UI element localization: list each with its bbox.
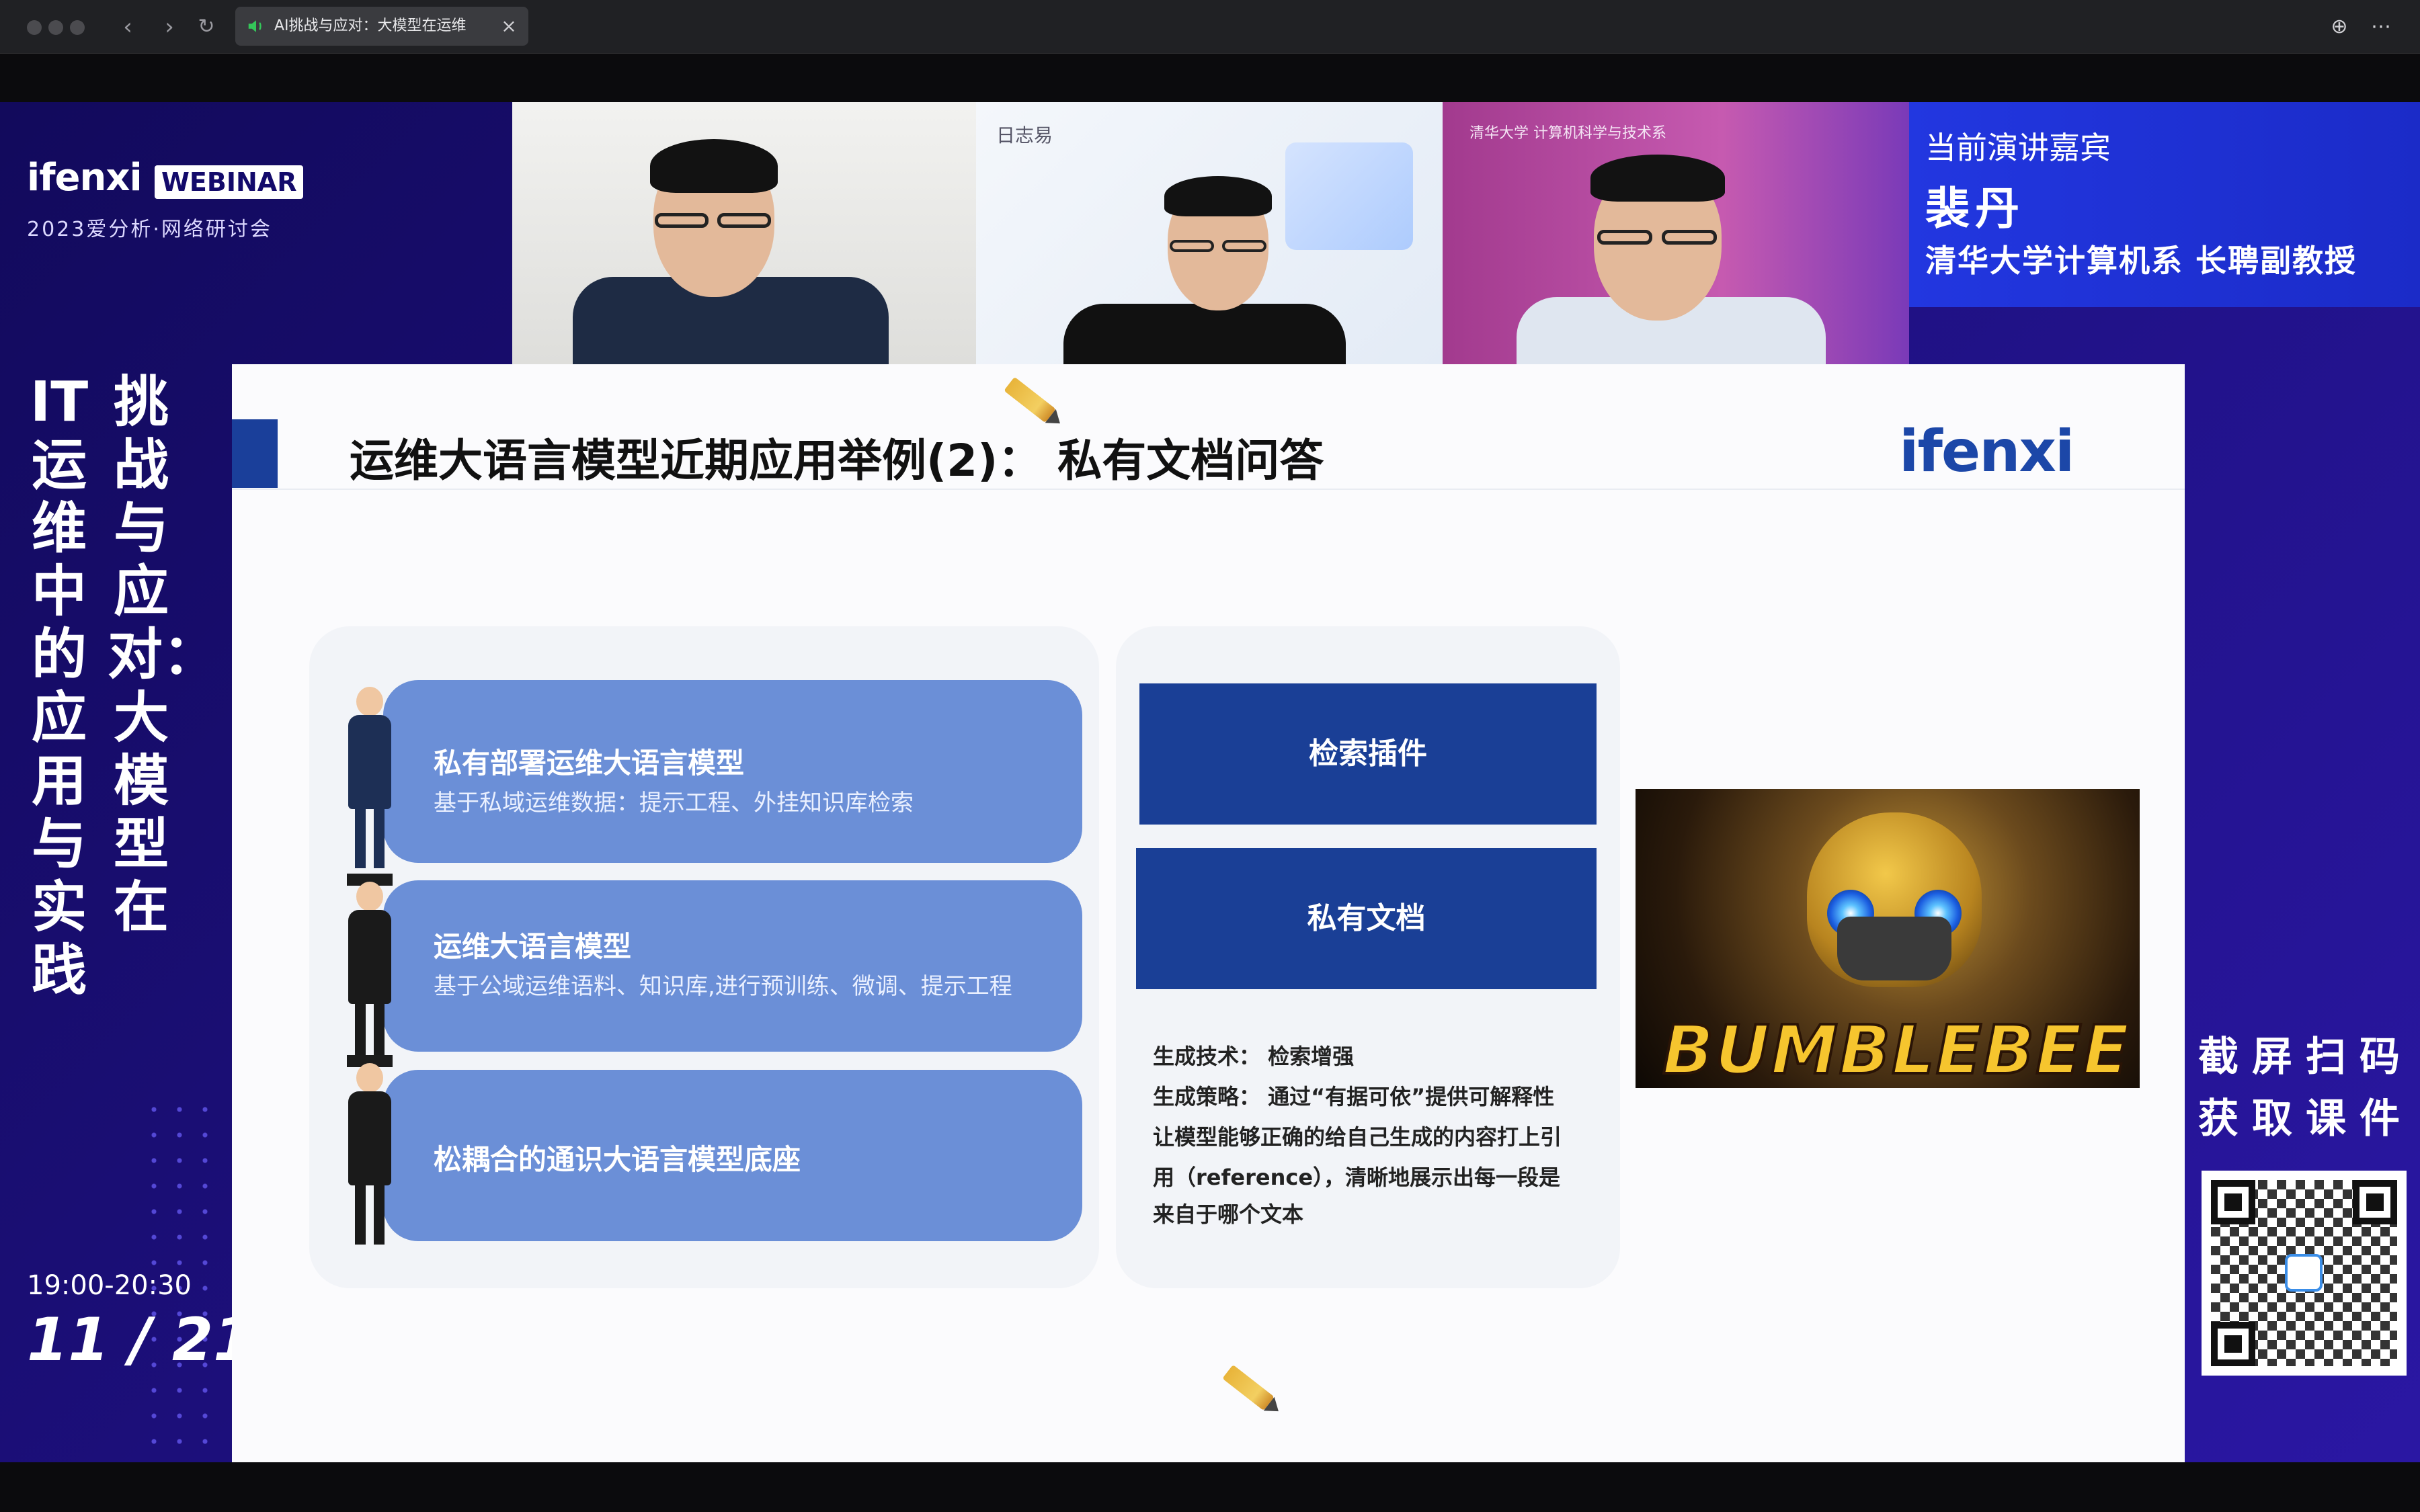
brand-logo: ifenxi [27, 156, 143, 200]
note-line-1: 生成技术： 检索增强 [1153, 1044, 1355, 1069]
webinar-badge: WEBINAR [155, 165, 304, 199]
speaker-title: 清华大学计算机系 长聘副教授 [1925, 243, 2357, 279]
participant-hair [650, 139, 778, 193]
glasses-icon [1222, 240, 1266, 252]
note-line-5: 来自于哪个文本 [1153, 1202, 1304, 1227]
tsinghua-watermark: 清华大学 计算机科学与技术系 [1469, 125, 1666, 142]
doctor-graduate-icon [336, 1055, 403, 1248]
cta-line-1: 截屏扫码 [2198, 1034, 2413, 1081]
qr-finder [2353, 1180, 2397, 1224]
brand-block: ifenxi WEBINAR 2023爱分析·网络研讨会 [27, 156, 304, 243]
note-line-4: 用（reference），清晰地展示出每一段是 [1153, 1165, 1561, 1190]
browser-toolbar: ‹ › ↻ AI挑战与应对：大模型在运维 × ⊕ ⋯ [0, 0, 2420, 54]
slide-divider [232, 489, 2185, 490]
qr-code[interactable] [2202, 1171, 2407, 1376]
note-line-2: 生成策略： 通过“有据可依”提供可解释性 [1153, 1084, 1555, 1109]
video-participant-2[interactable]: 日志易 [976, 102, 1443, 364]
video-participant-1[interactable] [512, 102, 976, 364]
card-ops-model: 运维大语言模型 基于公域运维语料、知识库,进行预训练、微调、提示工程 [383, 880, 1082, 1052]
more-icon[interactable]: ⋯ [2366, 12, 2396, 42]
slide-accent-bar [232, 419, 278, 488]
card-title: 松耦合的通识大语言模型底座 [434, 1143, 801, 1176]
window-minimize-dot[interactable] [48, 20, 63, 35]
close-icon[interactable]: × [497, 15, 520, 38]
back-icon[interactable]: ‹ [113, 12, 143, 42]
webinar-stage: ifenxi WEBINAR 2023爱分析·网络研讨会 IT运维中的应用与实践… [0, 102, 2420, 1500]
glasses-icon [1597, 230, 1652, 245]
retrieval-panel: 检索插件 私有文档 生成技术： 检索增强 生成策略： 通过“有据可依”提供可解释… [1116, 626, 1620, 1288]
presentation-slide: 运维大语言模型近期应用举例(2)： 私有文档问答 ifenxi 私有部署运维大语… [232, 364, 2185, 1462]
glasses-icon [1170, 240, 1214, 252]
scan-cta: 截屏扫码 获取课件 [2198, 1026, 2413, 1150]
qr-finder [2211, 1180, 2255, 1224]
graduate-icon [336, 874, 403, 1066]
event-title-col2: 挑战与应对：大模型在 [108, 370, 218, 939]
glasses-icon [1662, 230, 1717, 245]
poster-title: BUMBLEBEE [1661, 1009, 2131, 1088]
pencil-icon [1004, 376, 1056, 423]
card-subtitle: 基于私域运维数据：提示工程、外挂知识库检索 [434, 790, 914, 816]
pencil-icon [1222, 1364, 1275, 1411]
card-title: 运维大语言模型 [434, 930, 632, 963]
card-subtitle: 基于公域运维语料、知识库,进行预训练、微调、提示工程 [434, 973, 1012, 1000]
qr-center-logo-icon [2285, 1254, 2323, 1292]
card-base-model: 松耦合的通识大语言模型底座 [383, 1070, 1082, 1241]
browser-tab[interactable]: AI挑战与应对：大模型在运维 × [235, 7, 528, 46]
tab-title: AI挑战与应对：大模型在运维 [274, 17, 467, 34]
window-zoom-dot[interactable] [70, 20, 85, 35]
glasses-icon [717, 213, 771, 228]
qr-finder [2211, 1322, 2255, 1366]
businessman-icon [336, 687, 403, 872]
window-close-dot[interactable] [27, 20, 42, 35]
bottom-bar [0, 1462, 2420, 1512]
participant-hair [1164, 176, 1272, 216]
video-participant-3[interactable]: 清华大学 计算机科学与技术系 [1443, 102, 1909, 364]
brand-subtitle: 2023爱分析·网络研讨会 [27, 218, 272, 241]
model-stack-panel: 私有部署运维大语言模型 基于私域运维数据：提示工程、外挂知识库检索 运维大语言模… [309, 626, 1099, 1288]
card-title: 私有部署运维大语言模型 [434, 747, 745, 780]
bumblebee-poster: BUMBLEBEE [1636, 789, 2140, 1088]
current-speaker-panel: 当前演讲嘉宾 裴丹 清华大学计算机系 长聘副教授 [1909, 102, 2420, 307]
speaker-label: 当前演讲嘉宾 [1925, 130, 2111, 166]
cta-line-2: 获取课件 [2198, 1095, 2413, 1142]
note-line-3: 让模型能够正确的给自己生成的内容打上引 [1153, 1124, 1562, 1150]
card-private-model: 私有部署运维大语言模型 基于私域运维数据：提示工程、外挂知识库检索 [383, 680, 1082, 863]
slide-logo: ifenxi [1899, 418, 2074, 485]
retrieval-plugin-box: 检索插件 [1139, 683, 1597, 825]
participant-body [1063, 304, 1346, 364]
event-title-col1: IT运维中的应用与实践 [30, 370, 89, 1003]
event-date: 11 / 21 [27, 1305, 255, 1374]
speaker-icon [248, 20, 261, 32]
glasses-icon [655, 213, 709, 228]
speaker-name: 裴丹 [1925, 183, 2025, 235]
globe-icon[interactable]: ⊕ [2325, 12, 2354, 42]
robot-mask [1837, 917, 1951, 980]
rizhiyi-watermark: 日志易 [996, 124, 1053, 146]
event-time: 19:00-20:30 [27, 1270, 192, 1301]
reload-icon[interactable]: ↻ [192, 12, 221, 42]
chart-illustration [1285, 142, 1413, 250]
forward-icon[interactable]: › [155, 12, 184, 42]
participant-hair [1590, 155, 1725, 202]
private-docs-box: 私有文档 [1136, 848, 1597, 989]
slide-title: 运维大语言模型近期应用举例(2)： 私有文档问答 [350, 435, 1324, 487]
